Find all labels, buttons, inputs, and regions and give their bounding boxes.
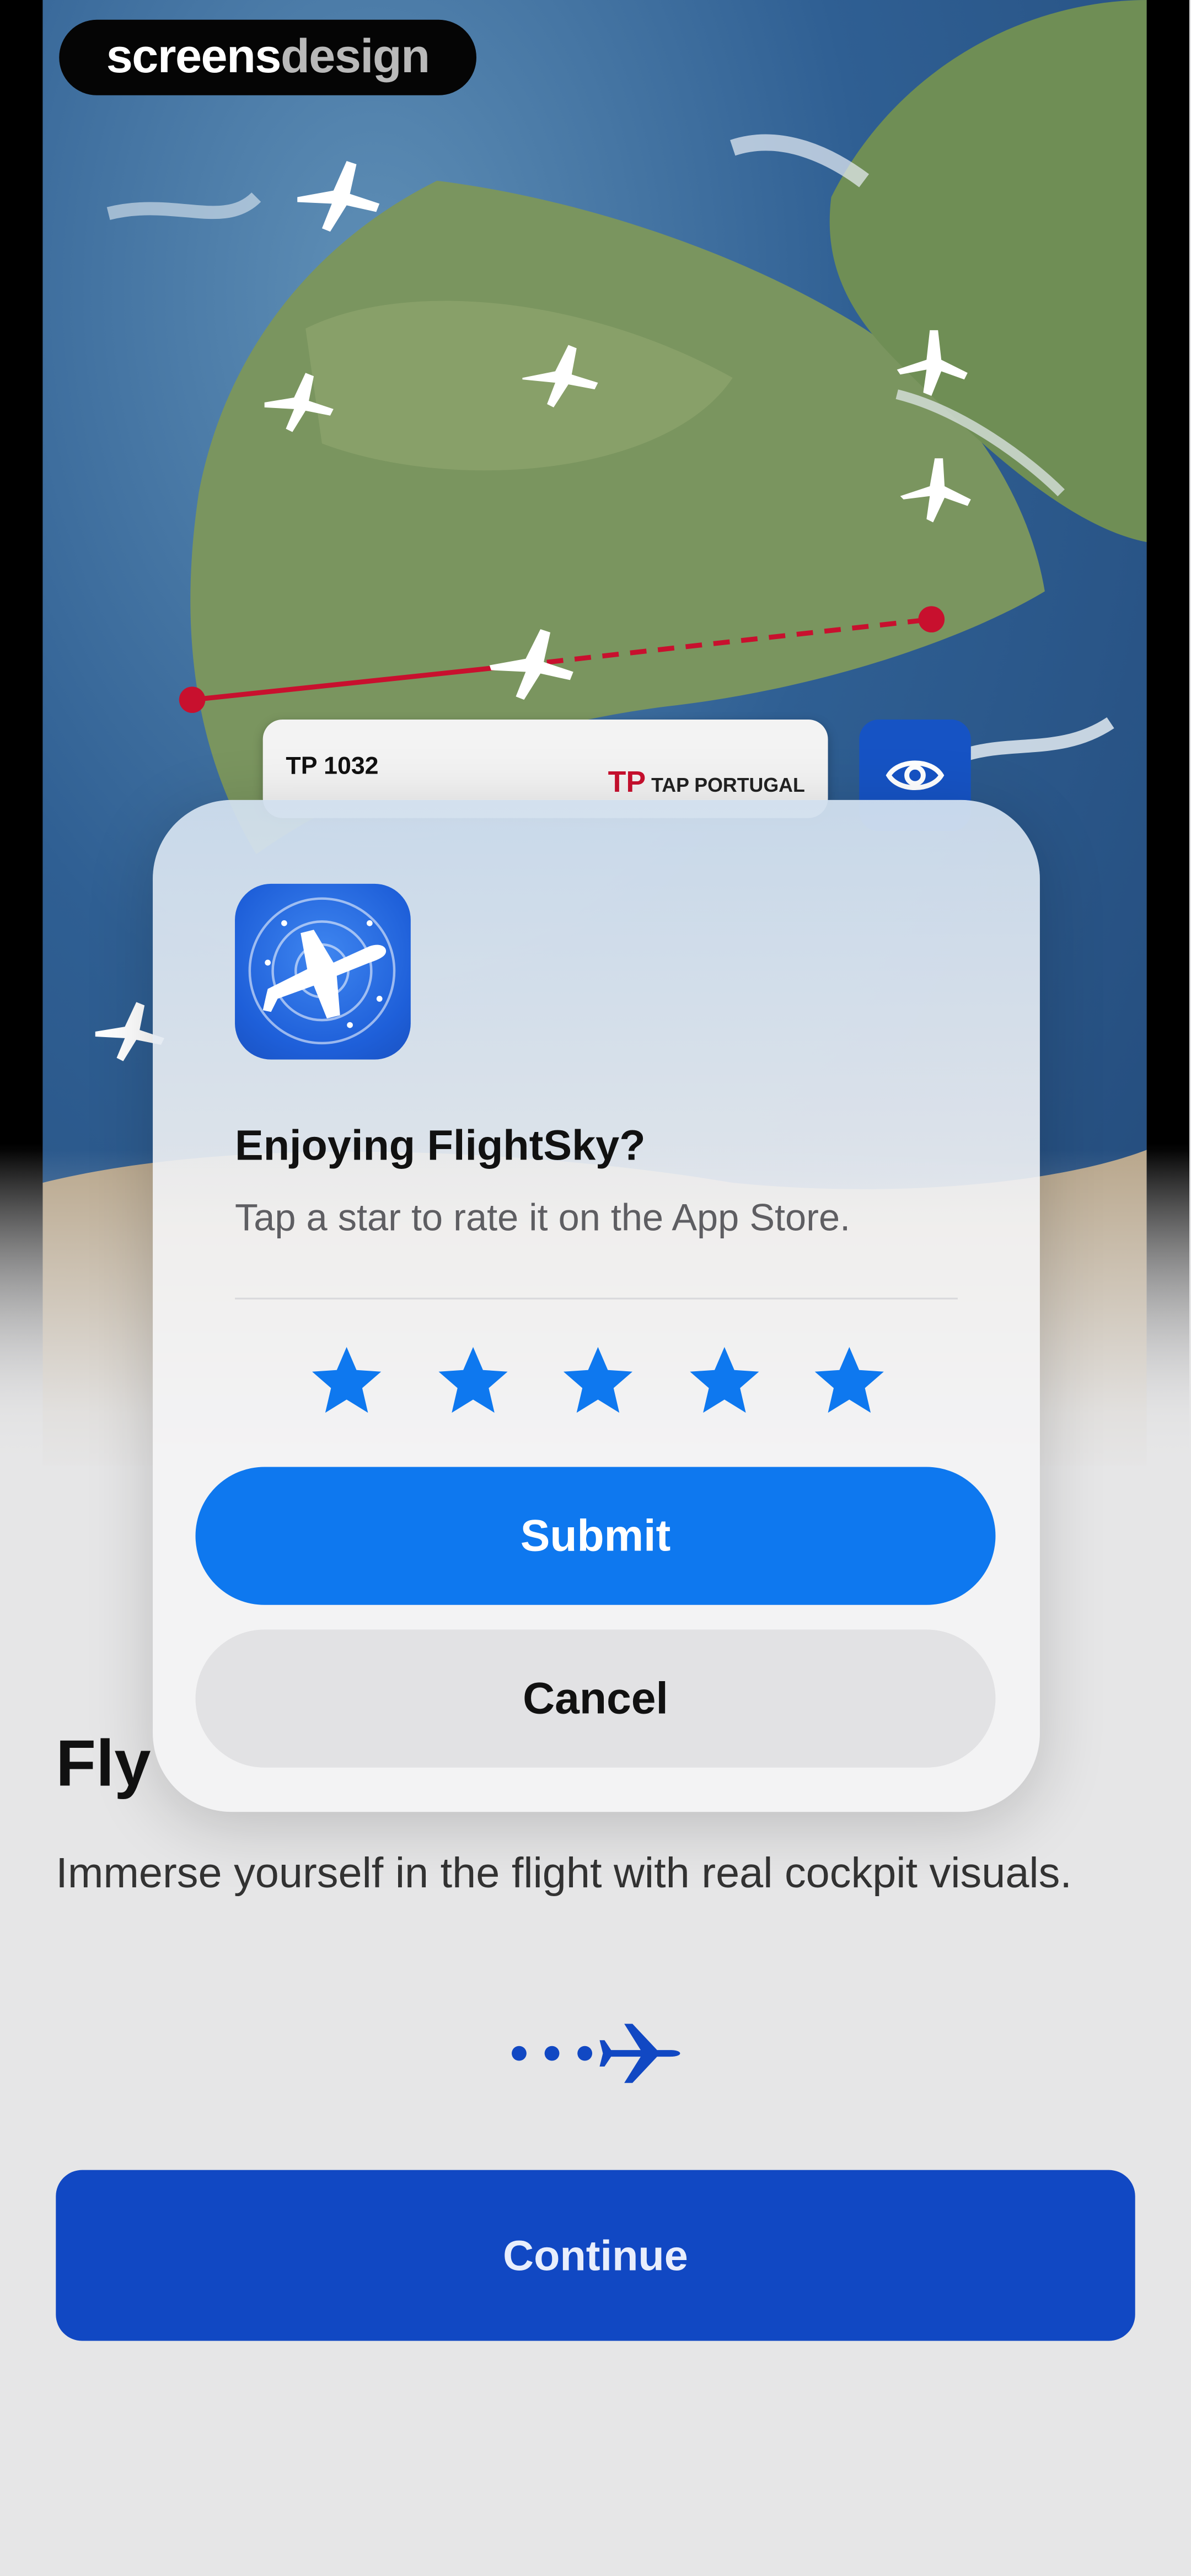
- divider: [235, 1297, 958, 1300]
- page-dot: [512, 2046, 527, 2061]
- star-icon[interactable]: [684, 1342, 763, 1421]
- logo-light: design: [280, 31, 430, 84]
- star-icon[interactable]: [559, 1342, 637, 1421]
- screen: screensdesign TP 1032 TP TAP PORTUGAL Fl…: [0, 0, 1191, 2576]
- radar-airplane-icon: [248, 897, 396, 1045]
- dialog-title: Enjoying FlightSky?: [235, 1120, 646, 1170]
- onboarding-title: Fly: [56, 1728, 151, 1801]
- airplane-icon: [599, 2024, 680, 2083]
- page-dot: [544, 2046, 560, 2061]
- star-icon[interactable]: [810, 1342, 889, 1421]
- dialog-message: Tap a star to rate it on the App Store.: [235, 1195, 851, 1239]
- star-icon[interactable]: [433, 1342, 512, 1421]
- cancel-button[interactable]: Cancel: [195, 1629, 996, 1768]
- submit-button[interactable]: Submit: [195, 1467, 996, 1605]
- flight-number: TP 1032: [286, 752, 379, 781]
- page-dot: [577, 2046, 593, 2061]
- airline-mark: TP: [608, 765, 646, 798]
- page-indicator: [512, 2024, 680, 2083]
- rating-dialog: Enjoying FlightSky? Tap a star to rate i…: [153, 799, 1040, 1812]
- airline-name: TAP PORTUGAL: [651, 774, 805, 797]
- app-icon: [235, 883, 411, 1060]
- airline-logo: TP TAP PORTUGAL: [608, 765, 805, 800]
- continue-button[interactable]: Continue: [56, 2170, 1135, 2341]
- logo-bold: screens: [106, 31, 282, 84]
- star-rating[interactable]: [307, 1342, 889, 1424]
- star-icon[interactable]: [307, 1342, 386, 1421]
- brand-logo: screensdesign: [59, 19, 476, 95]
- onboarding-body: Immerse yourself in the flight with real…: [56, 1848, 1072, 1898]
